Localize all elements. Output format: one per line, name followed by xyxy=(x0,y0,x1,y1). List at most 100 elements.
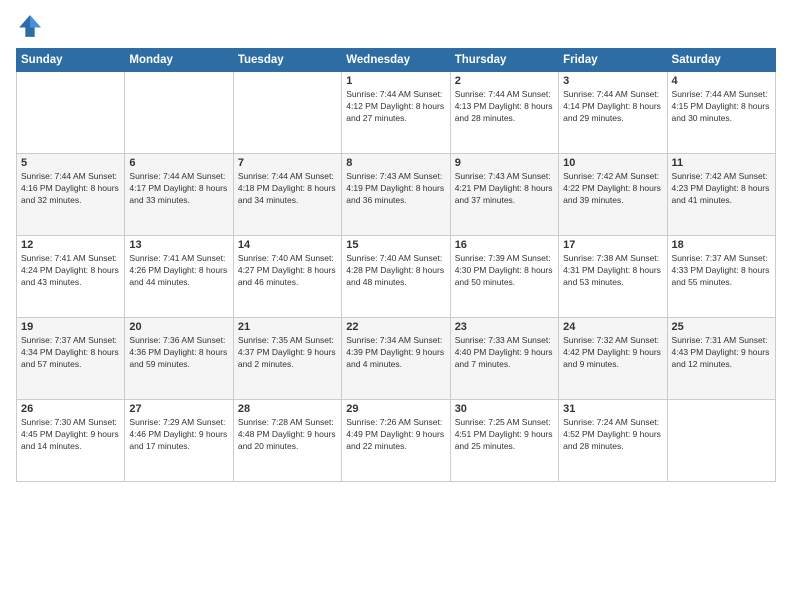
weekday-header-row: SundayMondayTuesdayWednesdayThursdayFrid… xyxy=(17,49,776,72)
header xyxy=(16,12,776,40)
day-number: 19 xyxy=(21,321,120,333)
calendar-cell: 16 Sunrise: 7:39 AM Sunset: 4:30 PM Dayli… xyxy=(450,236,558,318)
day-number: 25 xyxy=(672,321,771,333)
weekday-header-monday: Monday xyxy=(125,49,233,72)
day-info: Sunrise: 7:30 AM Sunset: 4:45 PM Dayligh… xyxy=(21,417,120,453)
calendar-cell: 15 Sunrise: 7:40 AM Sunset: 4:28 PM Dayli… xyxy=(342,236,450,318)
day-info: Sunrise: 7:37 AM Sunset: 4:33 PM Dayligh… xyxy=(672,253,771,289)
logo-icon xyxy=(16,12,44,40)
day-info: Sunrise: 7:44 AM Sunset: 4:13 PM Dayligh… xyxy=(455,89,554,125)
day-number: 31 xyxy=(563,403,662,415)
calendar-cell: 18 Sunrise: 7:37 AM Sunset: 4:33 PM Dayli… xyxy=(667,236,775,318)
calendar-cell: 30Sunrise: 7:25 AM Sunset: 4:51 PM Dayli… xyxy=(450,400,558,482)
day-number: 22 xyxy=(346,321,445,333)
day-info: Sunrise: 7:28 AM Sunset: 4:48 PM Dayligh… xyxy=(238,417,337,453)
day-info: Sunrise: 7:39 AM Sunset: 4:30 PM Dayligh… xyxy=(455,253,554,289)
day-number: 24 xyxy=(563,321,662,333)
day-number: 28 xyxy=(238,403,337,415)
calendar-cell: 5Sunrise: 7:44 AM Sunset: 4:16 PM Daylig… xyxy=(17,154,125,236)
day-number: 21 xyxy=(238,321,337,333)
day-info: Sunrise: 7:44 AM Sunset: 4:17 PM Dayligh… xyxy=(129,171,228,207)
day-info: Sunrise: 7:41 AM Sunset: 4:26 PM Dayligh… xyxy=(129,253,228,289)
day-info: Sunrise: 7:32 AM Sunset: 4:42 PM Dayligh… xyxy=(563,335,662,371)
day-info: Sunrise: 7:34 AM Sunset: 4:39 PM Dayligh… xyxy=(346,335,445,371)
day-info: Sunrise: 7:44 AM Sunset: 4:12 PM Dayligh… xyxy=(346,89,445,125)
day-info: Sunrise: 7:26 AM Sunset: 4:49 PM Dayligh… xyxy=(346,417,445,453)
day-info: Sunrise: 7:44 AM Sunset: 4:18 PM Dayligh… xyxy=(238,171,337,207)
calendar-cell: 19 Sunrise: 7:37 AM Sunset: 4:34 PM Dayli… xyxy=(17,318,125,400)
day-number: 2 xyxy=(455,75,554,87)
calendar-cell: 17 Sunrise: 7:38 AM Sunset: 4:31 PM Dayli… xyxy=(559,236,667,318)
day-number: 29 xyxy=(346,403,445,415)
calendar-cell: 20Sunrise: 7:36 AM Sunset: 4:36 PM Dayli… xyxy=(125,318,233,400)
day-info: Sunrise: 7:31 AM Sunset: 4:43 PM Dayligh… xyxy=(672,335,771,371)
week-row-5: 26 Sunrise: 7:30 AM Sunset: 4:45 PM Dayli… xyxy=(17,400,776,482)
day-number: 14 xyxy=(238,239,337,251)
calendar-cell xyxy=(667,400,775,482)
day-info: Sunrise: 7:38 AM Sunset: 4:31 PM Dayligh… xyxy=(563,253,662,289)
calendar-cell: 6 Sunrise: 7:44 AM Sunset: 4:17 PM Daylig… xyxy=(125,154,233,236)
day-number: 8 xyxy=(346,157,445,169)
day-info: Sunrise: 7:43 AM Sunset: 4:19 PM Dayligh… xyxy=(346,171,445,207)
calendar-cell: 27Sunrise: 7:29 AM Sunset: 4:46 PM Dayli… xyxy=(125,400,233,482)
day-number: 18 xyxy=(672,239,771,251)
calendar-cell: 24 Sunrise: 7:32 AM Sunset: 4:42 PM Dayli… xyxy=(559,318,667,400)
day-info: Sunrise: 7:37 AM Sunset: 4:34 PM Dayligh… xyxy=(21,335,120,371)
day-number: 20 xyxy=(129,321,228,333)
day-number: 27 xyxy=(129,403,228,415)
calendar-cell: 10Sunrise: 7:42 AM Sunset: 4:22 PM Dayli… xyxy=(559,154,667,236)
calendar-cell: 7 Sunrise: 7:44 AM Sunset: 4:18 PM Daylig… xyxy=(233,154,341,236)
day-number: 13 xyxy=(129,239,228,251)
calendar-cell xyxy=(17,72,125,154)
calendar-cell: 14 Sunrise: 7:40 AM Sunset: 4:27 PM Dayli… xyxy=(233,236,341,318)
weekday-header-tuesday: Tuesday xyxy=(233,49,341,72)
calendar-cell: 13 Sunrise: 7:41 AM Sunset: 4:26 PM Dayli… xyxy=(125,236,233,318)
day-info: Sunrise: 7:40 AM Sunset: 4:28 PM Dayligh… xyxy=(346,253,445,289)
day-number: 26 xyxy=(21,403,120,415)
day-number: 11 xyxy=(672,157,771,169)
calendar-cell: 26 Sunrise: 7:30 AM Sunset: 4:45 PM Dayli… xyxy=(17,400,125,482)
calendar-cell: 2 Sunrise: 7:44 AM Sunset: 4:13 PM Daylig… xyxy=(450,72,558,154)
calendar-cell: 25 Sunrise: 7:31 AM Sunset: 4:43 PM Dayli… xyxy=(667,318,775,400)
weekday-header-saturday: Saturday xyxy=(667,49,775,72)
day-number: 16 xyxy=(455,239,554,251)
calendar-cell: 8 Sunrise: 7:43 AM Sunset: 4:19 PM Daylig… xyxy=(342,154,450,236)
day-info: Sunrise: 7:44 AM Sunset: 4:14 PM Dayligh… xyxy=(563,89,662,125)
day-number: 9 xyxy=(455,157,554,169)
day-info: Sunrise: 7:33 AM Sunset: 4:40 PM Dayligh… xyxy=(455,335,554,371)
day-info: Sunrise: 7:42 AM Sunset: 4:23 PM Dayligh… xyxy=(672,171,771,207)
calendar-cell: 1 Sunrise: 7:44 AM Sunset: 4:12 PM Daylig… xyxy=(342,72,450,154)
calendar-cell: 3Sunrise: 7:44 AM Sunset: 4:14 PM Daylig… xyxy=(559,72,667,154)
day-info: Sunrise: 7:24 AM Sunset: 4:52 PM Dayligh… xyxy=(563,417,662,453)
day-number: 15 xyxy=(346,239,445,251)
calendar-cell: 4 Sunrise: 7:44 AM Sunset: 4:15 PM Daylig… xyxy=(667,72,775,154)
day-info: Sunrise: 7:44 AM Sunset: 4:15 PM Dayligh… xyxy=(672,89,771,125)
day-number: 1 xyxy=(346,75,445,87)
logo xyxy=(16,12,48,40)
week-row-4: 19 Sunrise: 7:37 AM Sunset: 4:34 PM Dayli… xyxy=(17,318,776,400)
calendar-cell xyxy=(233,72,341,154)
day-number: 4 xyxy=(672,75,771,87)
day-number: 6 xyxy=(129,157,228,169)
calendar-cell: 31 Sunrise: 7:24 AM Sunset: 4:52 PM Dayli… xyxy=(559,400,667,482)
week-row-1: 1 Sunrise: 7:44 AM Sunset: 4:12 PM Daylig… xyxy=(17,72,776,154)
day-info: Sunrise: 7:43 AM Sunset: 4:21 PM Dayligh… xyxy=(455,171,554,207)
page: SundayMondayTuesdayWednesdayThursdayFrid… xyxy=(0,0,792,612)
day-number: 5 xyxy=(21,157,120,169)
day-number: 7 xyxy=(238,157,337,169)
calendar-cell: 21Sunrise: 7:35 AM Sunset: 4:37 PM Dayli… xyxy=(233,318,341,400)
day-number: 12 xyxy=(21,239,120,251)
calendar: SundayMondayTuesdayWednesdayThursdayFrid… xyxy=(16,48,776,482)
calendar-cell: 22 Sunrise: 7:34 AM Sunset: 4:39 PM Dayli… xyxy=(342,318,450,400)
day-info: Sunrise: 7:42 AM Sunset: 4:22 PM Dayligh… xyxy=(563,171,662,207)
week-row-3: 12 Sunrise: 7:41 AM Sunset: 4:24 PM Dayli… xyxy=(17,236,776,318)
day-number: 30 xyxy=(455,403,554,415)
calendar-cell: 23 Sunrise: 7:33 AM Sunset: 4:40 PM Dayli… xyxy=(450,318,558,400)
day-number: 17 xyxy=(563,239,662,251)
weekday-header-thursday: Thursday xyxy=(450,49,558,72)
day-number: 23 xyxy=(455,321,554,333)
day-info: Sunrise: 7:40 AM Sunset: 4:27 PM Dayligh… xyxy=(238,253,337,289)
calendar-cell xyxy=(125,72,233,154)
day-info: Sunrise: 7:41 AM Sunset: 4:24 PM Dayligh… xyxy=(21,253,120,289)
weekday-header-sunday: Sunday xyxy=(17,49,125,72)
